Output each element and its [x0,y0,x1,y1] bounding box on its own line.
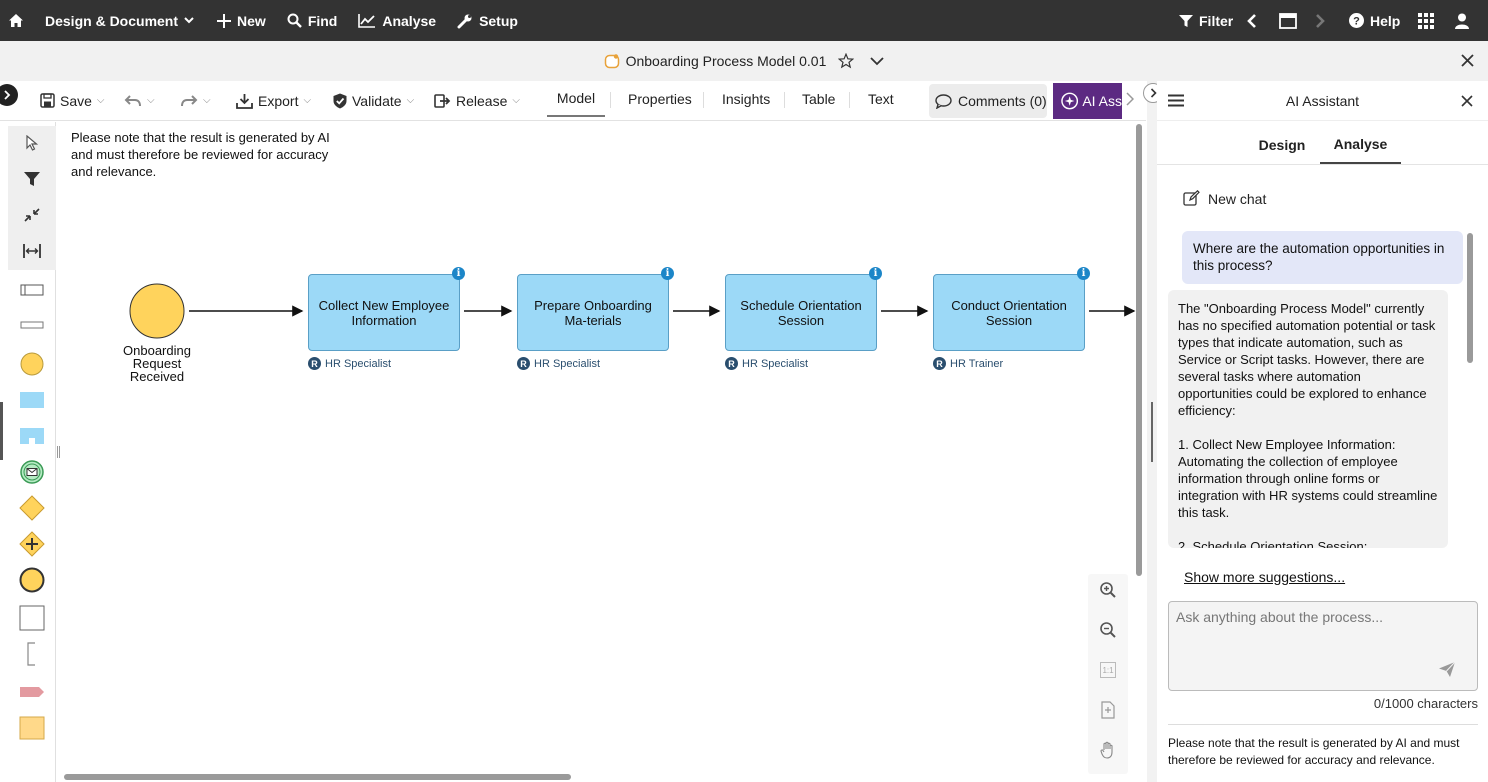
panel-disclaimer-note: Please note that the result is generated… [1168,724,1478,769]
start-event[interactable] [129,283,185,339]
fit-page-button[interactable] [1096,698,1120,722]
ai-response-message: The "Onboarding Process Model" currently… [1168,290,1448,548]
info-icon[interactable]: i [452,267,465,280]
help-button[interactable]: ? Help [1340,0,1409,41]
task-prepare-materials[interactable]: Prepare Onboarding Ma-terials [517,274,669,351]
divider-grip[interactable] [1151,402,1153,462]
info-icon[interactable]: i [1077,267,1090,280]
panel-tab-analyse[interactable]: Analyse [1320,126,1401,164]
zoom-out-icon [1100,622,1116,638]
panel-tab-underline [1157,164,1488,165]
chevron-left-icon [1247,13,1256,28]
role-label: R HR Specialist [308,357,391,370]
window-button[interactable] [1270,0,1306,41]
ask-input[interactable]: Ask anything about the process... [1168,601,1478,691]
zoom-in-button[interactable] [1096,578,1120,602]
grid-icon [1418,12,1434,29]
menu-icon[interactable] [1168,94,1184,110]
forward-button[interactable] [1306,0,1334,41]
role-label: R HR Specialist [517,357,600,370]
pan-button[interactable] [1096,738,1120,762]
help-icon: ? [1349,13,1364,28]
canvas-vertical-scrollbar[interactable] [1136,124,1142,576]
show-more-suggestions-link[interactable]: Show more suggestions... [1184,569,1345,585]
task-collect-employee-info[interactable]: Collect New Employee Information [308,274,460,351]
info-icon[interactable]: i [869,267,882,280]
canvas-horizontal-scrollbar[interactable] [64,774,571,780]
window-icon [1279,12,1297,29]
back-button[interactable] [1238,0,1266,41]
role-badge-icon: R [725,357,738,370]
send-icon[interactable] [1438,661,1456,681]
zoom-controls: 1:1 [1088,574,1128,774]
hand-icon [1100,741,1113,759]
apps-button[interactable] [1409,0,1443,41]
edit-icon [1183,190,1200,206]
filter-button[interactable]: Filter [1170,0,1242,41]
chevron-right-icon [1316,13,1325,28]
zoom-actual-size-button[interactable]: 1:1 [1096,658,1120,682]
svg-text:?: ? [1353,16,1360,28]
chat-scrollbar[interactable] [1467,233,1473,363]
actual-size-icon: 1:1 [1100,662,1116,678]
start-event-label: Onboarding Request Received [123,343,191,384]
panel-header: AI Assistant [1157,81,1488,121]
diagram-connectors [129,283,1136,339]
fit-page-icon [1101,701,1115,719]
new-chat-button[interactable]: New chat [1183,190,1266,207]
character-count: 0/1000 characters [1373,696,1478,711]
filter-icon [1179,14,1193,27]
task-conduct-orientation[interactable]: Conduct Orientation Session [933,274,1085,351]
close-document-icon[interactable] [1461,51,1474,71]
panel-title: AI Assistant [1285,92,1360,109]
info-icon[interactable]: i [661,267,674,280]
role-badge-icon: R [933,357,946,370]
ask-placeholder: Ask anything about the process... [1176,609,1384,625]
task-schedule-orientation[interactable]: Schedule Orientation Session [725,274,877,351]
user-message: Where are the automation opportunities i… [1182,231,1463,284]
role-label: R HR Trainer [933,357,1003,370]
user-icon [1455,13,1469,29]
chevron-right-icon [1150,88,1157,98]
panel-tab-design[interactable]: Design [1245,126,1319,164]
zoom-out-button[interactable] [1096,618,1120,642]
panel-divider[interactable] [1143,81,1163,782]
zoom-in-icon [1100,582,1116,598]
close-panel-icon[interactable] [1461,94,1473,110]
role-badge-icon: R [517,357,530,370]
role-label: R HR Specialist [725,357,808,370]
role-badge-icon: R [308,357,321,370]
user-button[interactable] [1446,0,1478,41]
